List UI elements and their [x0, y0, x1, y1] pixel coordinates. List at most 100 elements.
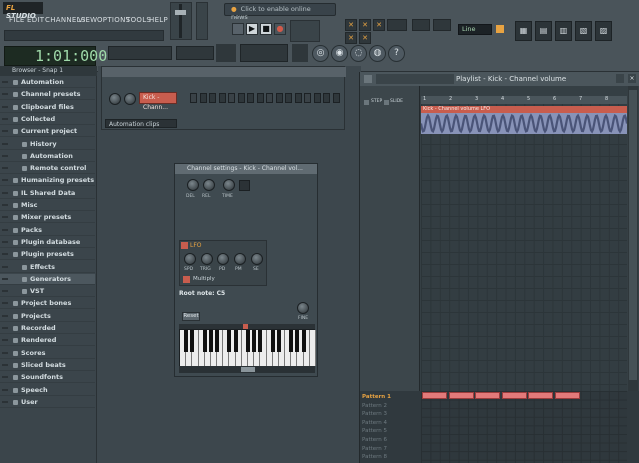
browser-item[interactable]: Packs	[0, 225, 95, 236]
browser-item[interactable]: Clipboard files	[0, 102, 95, 113]
lfo-pd-knob[interactable]	[217, 253, 229, 265]
pattern-name[interactable]: Pattern 3	[362, 410, 420, 418]
menu-view[interactable]: VIEW	[78, 16, 97, 24]
step-pad[interactable]	[294, 93, 302, 103]
envelope-toggle[interactable]	[239, 180, 250, 191]
step-mode-radio[interactable]	[364, 100, 369, 105]
channel-button-kick[interactable]: Kick - Chann...	[139, 92, 177, 111]
overdub-button[interactable]: ✕	[359, 32, 371, 44]
playlist-scroll-thumb[interactable]	[629, 90, 637, 380]
volume-handle[interactable]	[175, 10, 186, 15]
black-key[interactable]	[233, 330, 238, 352]
browser-item[interactable]: Effects	[0, 262, 95, 273]
browser-item[interactable]: Current project	[0, 126, 95, 138]
browser-item[interactable]: Mixer presets	[0, 212, 95, 224]
snap-menu-icon[interactable]	[496, 25, 504, 33]
play-button[interactable]: ▶	[246, 23, 258, 35]
black-key[interactable]	[208, 330, 213, 352]
playlist-minimize-icon[interactable]	[616, 74, 624, 83]
menu-help[interactable]: HELP	[149, 16, 168, 24]
pattern-block[interactable]	[422, 392, 447, 399]
reset-button[interactable]: Reset	[182, 312, 200, 321]
browser-item[interactable]: Projects	[0, 311, 95, 322]
fine-tune-knob[interactable]	[297, 302, 309, 314]
browser-item[interactable]: Plugin database	[0, 237, 95, 248]
pattern-name[interactable]: Pattern 5	[362, 427, 420, 435]
wait-button[interactable]: ✕	[359, 19, 371, 31]
black-key[interactable]	[246, 330, 250, 352]
step-pad[interactable]	[332, 93, 340, 103]
record-button[interactable]: ●	[274, 23, 286, 35]
browser-window-button[interactable]: ▦	[515, 21, 532, 41]
step-pad[interactable]	[313, 93, 321, 103]
browser-item[interactable]: Collected	[0, 114, 95, 125]
browser-item[interactable]: Generators	[0, 273, 95, 285]
lfo-se-knob[interactable]	[251, 253, 263, 265]
browser-item[interactable]: Automation	[0, 77, 95, 88]
browser-item[interactable]: Recorded	[0, 323, 95, 334]
playlist-ruler[interactable]: 1 2 3 4 5 6 7 8	[421, 96, 627, 104]
browser-item[interactable]: Misc	[0, 200, 95, 211]
playlist-vertical-scrollbar[interactable]	[628, 86, 638, 391]
browser-item[interactable]: Plugin presets	[0, 249, 95, 261]
channel-settings-titlebar[interactable]: Channel settings - Kick - Channel vol...	[175, 164, 317, 174]
step-pad[interactable]	[275, 93, 283, 103]
black-key[interactable]	[190, 330, 195, 352]
lfo-speed-knob[interactable]	[184, 253, 196, 265]
slide-mode-radio[interactable]	[384, 100, 389, 105]
black-key[interactable]	[270, 330, 275, 352]
countdown-button[interactable]: ✕	[373, 19, 385, 31]
pattern-block[interactable]	[501, 392, 527, 399]
black-key[interactable]	[252, 330, 257, 352]
multiply-checkbox[interactable]	[183, 276, 190, 283]
pattern-name[interactable]: Pattern 8	[362, 453, 420, 461]
blend-notes-button[interactable]	[387, 19, 407, 31]
step-seq-window-button[interactable]: ▥	[555, 21, 572, 41]
black-key[interactable]	[301, 330, 306, 352]
song-position-display[interactable]: 1:01:000	[4, 46, 107, 66]
menu-edit[interactable]: EDIT	[27, 16, 44, 24]
channel-pan-knob[interactable]	[124, 93, 136, 105]
browser-item[interactable]: History	[0, 139, 95, 150]
browser-item[interactable]: Channel presets	[0, 89, 95, 101]
metronome-button[interactable]: ✕	[345, 19, 357, 31]
pianoroll-window-button[interactable]: ▧	[575, 21, 592, 41]
time-knob[interactable]	[223, 179, 235, 191]
browser-item[interactable]: VST	[0, 286, 95, 298]
playlist-grid[interactable]	[421, 96, 627, 391]
lfo-trig-knob[interactable]	[201, 253, 213, 265]
automation-clip-header[interactable]: Kick - Channel volume LFO	[421, 106, 627, 113]
channel-filter-select[interactable]: Automation clips	[105, 119, 177, 128]
menu-file[interactable]: FILE	[9, 16, 25, 24]
black-key[interactable]	[295, 330, 300, 352]
step-edit-button[interactable]: ✕	[345, 32, 357, 44]
browser-item[interactable]: Scores	[0, 348, 95, 359]
white-key[interactable]	[309, 330, 316, 366]
pattern-name[interactable]: Pattern 6	[362, 436, 420, 444]
keyboard-scroll-thumb[interactable]	[241, 367, 255, 372]
step-pad[interactable]	[199, 93, 207, 103]
browser-item[interactable]: Soundfonts	[0, 372, 95, 384]
step-pad[interactable]	[237, 93, 245, 103]
pattern-block[interactable]	[448, 392, 474, 399]
black-key[interactable]	[258, 330, 263, 352]
step-pad[interactable]	[218, 93, 226, 103]
black-key[interactable]	[289, 330, 294, 352]
step-pad[interactable]	[266, 93, 273, 103]
step-pad[interactable]	[209, 93, 216, 103]
black-key[interactable]	[184, 330, 189, 352]
black-key[interactable]	[276, 330, 281, 352]
step-pad[interactable]	[228, 93, 235, 103]
playlist-close-icon[interactable]: ×	[628, 74, 636, 83]
browser-header[interactable]: Browser - Snap 1	[0, 66, 97, 76]
browser-item[interactable]: Speech	[0, 385, 95, 396]
step-pad[interactable]	[285, 93, 292, 103]
step-pad[interactable]	[304, 93, 311, 103]
browser-item[interactable]: Sliced beats	[0, 360, 95, 371]
browser-item[interactable]: Project bones	[0, 298, 95, 310]
stop-button[interactable]: ■	[260, 23, 272, 35]
master-pitch-slider[interactable]	[196, 2, 208, 40]
playlist-menu-icon[interactable]	[364, 75, 372, 83]
step-pad[interactable]	[190, 93, 197, 103]
snap-selector[interactable]: Line	[458, 24, 492, 35]
